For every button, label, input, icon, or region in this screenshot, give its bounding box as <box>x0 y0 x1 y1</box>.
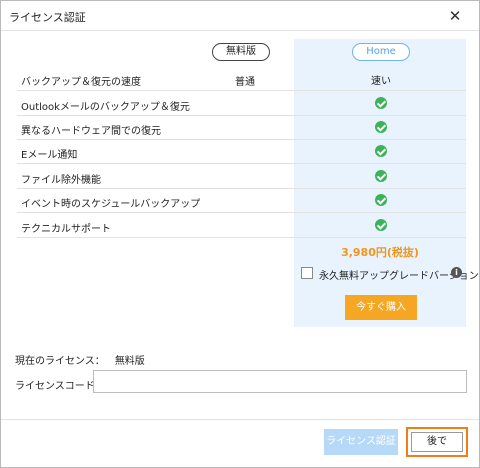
check-icon <box>375 97 387 109</box>
feature-row: イベント時のスケジュールバックアップ <box>17 189 466 213</box>
feature-row: Eメール通知 <box>17 140 466 164</box>
feature-label: Outlookメールのバックアップ＆復元 <box>21 102 190 113</box>
feature-label: 異なるハードウェア間での復元 <box>21 126 161 137</box>
feature-row: ファイル除外機能 <box>17 165 466 189</box>
feature-row: バックアップ＆復元の速度 普通 速い <box>17 67 466 91</box>
feature-label: テクニカルサポート <box>21 224 111 235</box>
feature-row: テクニカルサポート <box>17 214 466 238</box>
home-plan-value <box>366 97 396 112</box>
upgrade-checkbox[interactable] <box>301 267 313 279</box>
price-label: 3,980円(税抜) <box>341 246 419 259</box>
buy-now-button[interactable]: 今すぐ購入 <box>345 295 417 320</box>
footer-divider <box>1 419 479 420</box>
feature-label: バックアップ＆復元の速度 <box>21 77 141 88</box>
home-plan-value <box>366 194 396 209</box>
home-plan-value <box>366 219 396 234</box>
dialog-title: ライセンス認証 <box>9 11 86 24</box>
home-plan-value <box>366 145 396 160</box>
check-icon <box>375 194 387 206</box>
later-button[interactable]: 後で <box>406 427 468 457</box>
check-icon <box>375 145 387 157</box>
home-plan-value <box>366 170 396 185</box>
current-license: 現在のライセンス： 無料版 <box>15 352 145 367</box>
check-icon <box>375 219 387 231</box>
free-plan-value: 普通 <box>235 77 255 88</box>
close-icon[interactable]: ✕ <box>445 6 465 26</box>
current-license-value: 無料版 <box>114 356 145 367</box>
activate-button[interactable]: ライセンス認証 <box>324 429 398 455</box>
license-code-input[interactable] <box>93 370 467 393</box>
feature-row: 異なるハードウェア間での復元 <box>17 116 466 140</box>
current-license-label: 現在のライセンス： <box>15 356 105 367</box>
title-bar: ライセンス認証 ✕ <box>1 1 479 31</box>
check-icon <box>375 121 387 133</box>
info-icon[interactable]: i <box>451 267 462 278</box>
check-icon <box>375 170 387 182</box>
home-plan-label: Home <box>352 43 410 61</box>
feature-label: Eメール通知 <box>21 150 78 161</box>
home-plan-value: 速い <box>371 76 391 87</box>
license-dialog: ライセンス認証 ✕ 無料版 Home バックアップ＆復元の速度 普通 速い Outlo… <box>0 0 480 468</box>
home-plan-value <box>366 121 396 136</box>
later-button-label: 後で <box>411 432 463 452</box>
feature-row: Outlookメールのバックアップ＆復元 <box>17 92 466 116</box>
license-code-label: ライセンスコード： <box>15 381 105 392</box>
feature-label: ファイル除外機能 <box>21 175 101 186</box>
free-plan-label: 無料版 <box>212 43 270 61</box>
feature-label: イベント時のスケジュールバックアップ <box>21 199 201 210</box>
